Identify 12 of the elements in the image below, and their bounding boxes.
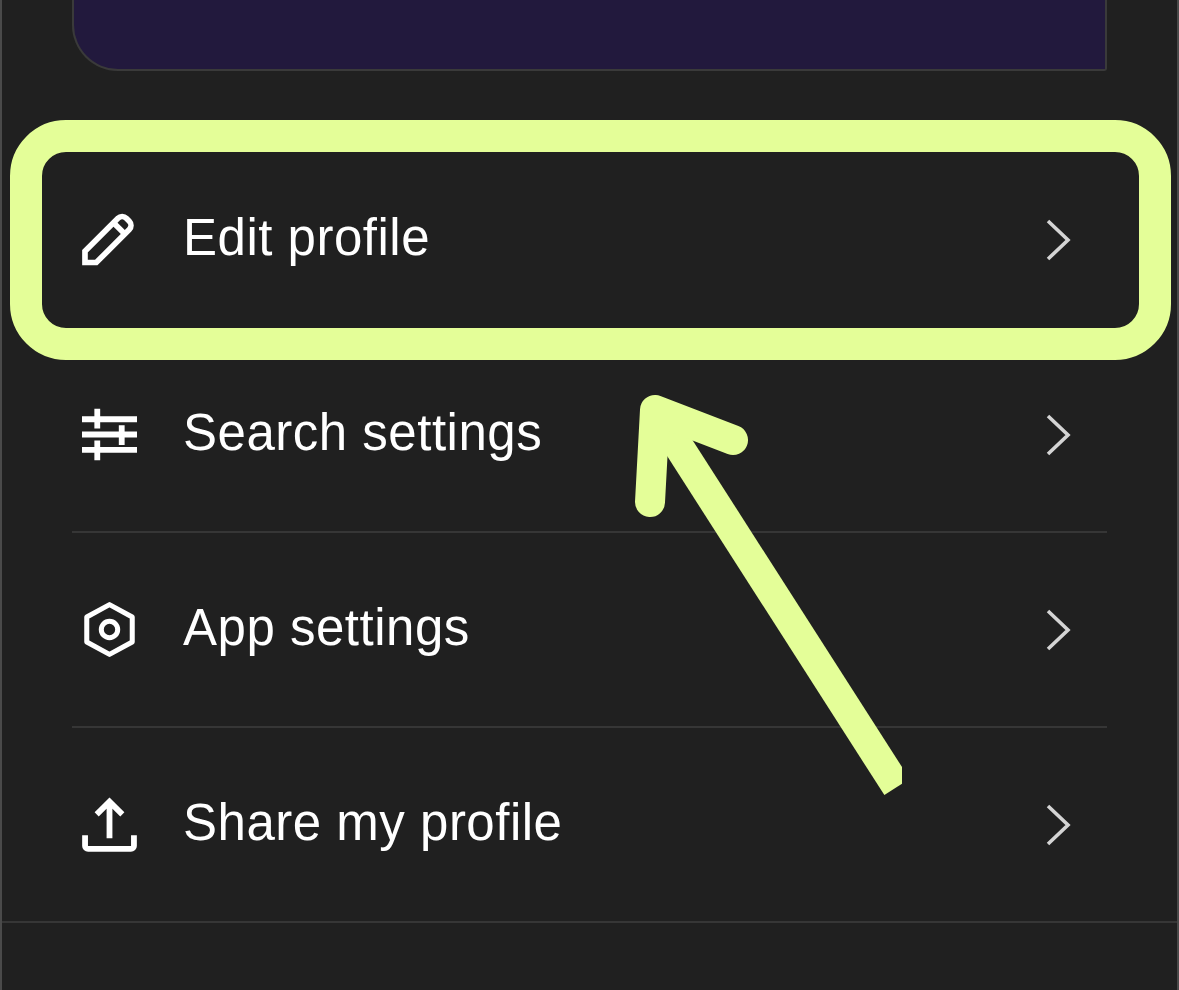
- menu-item[interactable]: App settings: [72, 533, 1107, 726]
- settings-icon: [82, 602, 137, 657]
- menu-item[interactable]: Search settings: [72, 338, 1107, 531]
- sliders-icon: [82, 407, 137, 462]
- chevron-right-icon: [1046, 608, 1072, 651]
- share-icon: [82, 797, 137, 852]
- menu-item[interactable]: Edit profile: [72, 143, 1107, 336]
- chevron-right-icon: [1046, 413, 1072, 456]
- chevron-right-icon: [1046, 803, 1072, 846]
- pencil-icon: [82, 212, 137, 267]
- chevron-right-icon: [1046, 218, 1072, 261]
- menu-item[interactable]: Share my profile: [72, 728, 1107, 921]
